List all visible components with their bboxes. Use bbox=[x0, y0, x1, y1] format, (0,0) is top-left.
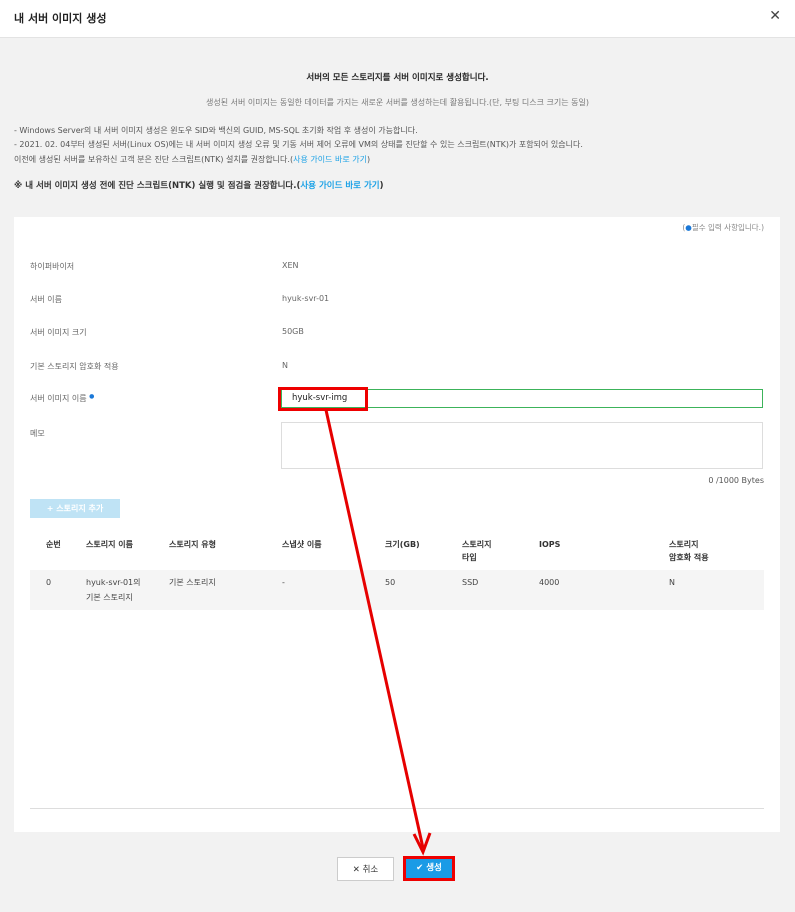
required-dot-icon: ● bbox=[89, 393, 95, 400]
col-header-encryption: 스토리지암호화 적용 bbox=[669, 538, 709, 564]
table-bottom-divider bbox=[30, 808, 764, 809]
cell-iops: 4000 bbox=[539, 578, 560, 587]
encryption-label: 기본 스토리지 암호화 적용 bbox=[30, 362, 119, 371]
cell-storage-name-1: hyuk-svr-01의 bbox=[86, 578, 141, 587]
image-name-label: 서버 이미지 이름 ● bbox=[30, 393, 94, 404]
col-header-storage-type: 스토리지 유형 bbox=[169, 540, 216, 549]
col-header-no: 순번 bbox=[46, 540, 61, 549]
guide-link-1[interactable]: 사용 가이드 바로 가기 bbox=[293, 155, 367, 164]
image-name-input[interactable]: hyuk-svr-img bbox=[281, 389, 763, 408]
server-name-label: 서버 이름 bbox=[30, 295, 62, 304]
cell-no: 0 bbox=[46, 578, 52, 587]
cell-encryption: N bbox=[669, 578, 675, 587]
required-note-text: 필수 입력 사항입니다.) bbox=[691, 223, 764, 232]
col-header-disk-type-2: 타입 bbox=[462, 553, 477, 562]
encryption-value: N bbox=[282, 361, 288, 370]
cell-storage-name-2: 기본 스토리지 bbox=[86, 593, 133, 602]
col-header-storage-name: 스토리지 이름 bbox=[86, 540, 133, 549]
notice-line-3: 이전에 생성된 서버를 보유하신 고객 분은 진단 스크립트(NTK) 설치를 … bbox=[14, 154, 370, 165]
form-panel: (●필수 입력 사항입니다.) 하이퍼바이저 XEN 서버 이름 hyuk-sv… bbox=[14, 217, 780, 832]
memo-textarea[interactable] bbox=[281, 422, 763, 469]
notice-line-1: - Windows Server의 내 서버 이미지 생성은 윈도우 SID와 … bbox=[14, 126, 418, 135]
memo-byte-counter: 0 /1000 Bytes bbox=[708, 476, 764, 485]
cell-size: 50 bbox=[385, 578, 396, 587]
col-header-encryption-2: 암호화 적용 bbox=[669, 553, 709, 562]
ntk-warning-text: ※ 내 서버 이미지 생성 전에 진단 스크립트(NTK) 실행 및 점검을 권… bbox=[14, 181, 301, 191]
close-icon[interactable]: ✕ bbox=[769, 8, 781, 24]
cell-disk-type: SSD bbox=[462, 578, 479, 587]
col-header-encryption-1: 스토리지 bbox=[669, 540, 699, 549]
hypervisor-label: 하이퍼바이저 bbox=[30, 262, 75, 271]
col-header-iops: IOPS bbox=[539, 540, 561, 549]
cell-storage-name: hyuk-svr-01의기본 스토리지 bbox=[86, 575, 141, 605]
dialog-header: 내 서버 이미지 생성 ✕ bbox=[0, 0, 795, 38]
ntk-warning: ※ 내 서버 이미지 생성 전에 진단 스크립트(NTK) 실행 및 점검을 권… bbox=[14, 179, 384, 191]
image-size-value: 50GB bbox=[282, 327, 304, 336]
notice-heading: 서버의 모든 스토리지를 서버 이미지로 생성합니다. bbox=[306, 73, 489, 83]
ntk-warning-end: ) bbox=[379, 181, 384, 191]
notice-line-3-end: ) bbox=[366, 155, 371, 164]
col-header-disk-type-1: 스토리지 bbox=[462, 540, 492, 549]
col-header-size: 크기(GB) bbox=[385, 540, 420, 549]
cell-storage-type: 기본 스토리지 bbox=[169, 578, 216, 587]
add-storage-button[interactable]: + 스토리지 추가 bbox=[30, 499, 120, 518]
server-name-value: hyuk-svr-01 bbox=[282, 294, 330, 303]
cell-snapshot: - bbox=[282, 578, 285, 587]
image-name-label-text: 서버 이미지 이름 bbox=[30, 394, 87, 403]
hypervisor-value: XEN bbox=[282, 261, 299, 270]
required-note: (●필수 입력 사항입니다.) bbox=[682, 222, 764, 233]
dialog-title: 내 서버 이미지 생성 bbox=[14, 12, 107, 25]
image-size-label: 서버 이미지 크기 bbox=[30, 328, 87, 337]
memo-label: 메모 bbox=[30, 429, 45, 438]
notice-line-3-text: 이전에 생성된 서버를 보유하신 고객 분은 진단 스크립트(NTK) 설치를 … bbox=[14, 155, 294, 164]
notice-sub: 생성된 서버 이미지는 동일한 데이터를 가지는 새로운 서버를 생성하는데 활… bbox=[206, 98, 589, 107]
create-button[interactable]: ✔ 생성 bbox=[403, 856, 455, 881]
col-header-snapshot-name: 스냅샷 이름 bbox=[282, 540, 322, 549]
guide-link-2[interactable]: 사용 가이드 바로 가기 bbox=[300, 181, 379, 191]
cancel-button[interactable]: ✕ 취소 bbox=[337, 857, 394, 881]
col-header-disk-type: 스토리지타입 bbox=[462, 538, 491, 564]
notice-line-2: - 2021. 02. 04부터 생성된 서버(Linux OS)에는 내 서버… bbox=[14, 140, 583, 149]
